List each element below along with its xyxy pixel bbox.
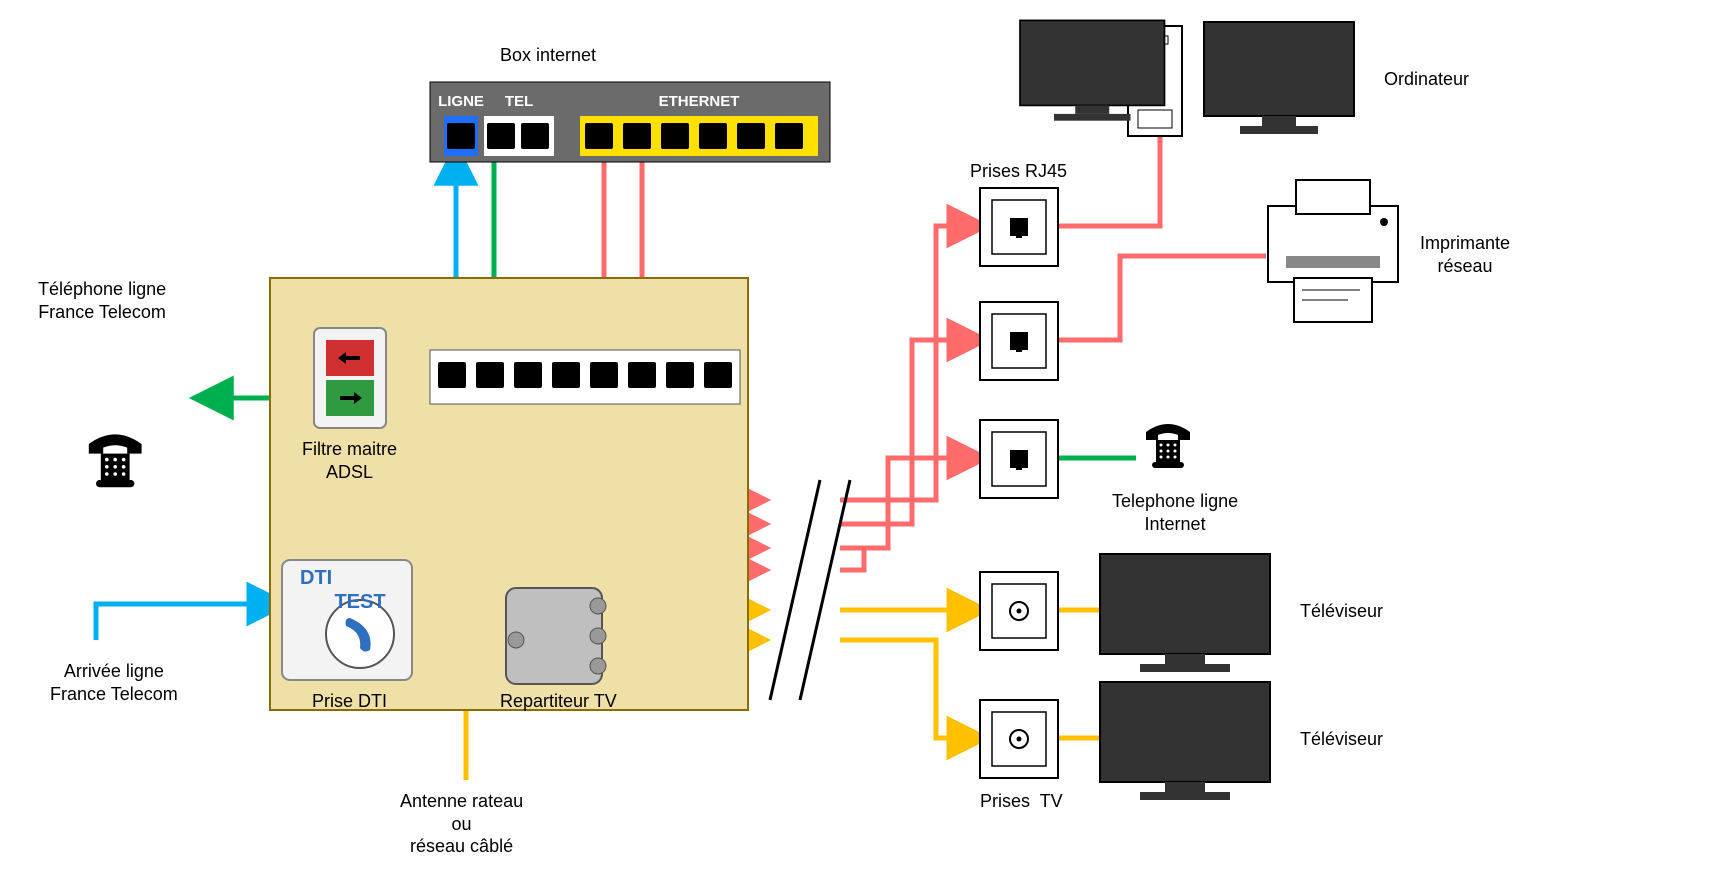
label-tel-internet: Telephone ligne Internet bbox=[1112, 490, 1238, 535]
break-mark bbox=[770, 480, 850, 700]
label-box-internet: Box internet bbox=[500, 44, 596, 67]
label-repartiteur: Repartiteur TV bbox=[500, 690, 617, 713]
label-prise-dti: Prise DTI bbox=[312, 690, 387, 713]
label-arrivee: Arrivée ligne France Telecom bbox=[50, 660, 178, 705]
label-tv1: Téléviseur bbox=[1300, 600, 1383, 623]
dti-label: DTI bbox=[300, 567, 332, 589]
label-ordinateur: Ordinateur bbox=[1384, 68, 1469, 91]
filtre-adsl bbox=[314, 328, 386, 428]
monitor-icon bbox=[1204, 22, 1354, 134]
distribution-panel: DTI TEST bbox=[270, 278, 748, 710]
dti-test: TEST bbox=[334, 591, 385, 613]
box-label-tel: TEL bbox=[505, 93, 533, 110]
label-tv2: Téléviseur bbox=[1300, 728, 1383, 751]
phone-ft-icon bbox=[89, 434, 142, 487]
label-imprimante: Imprimante réseau bbox=[1420, 232, 1510, 277]
box-label-eth: ETHERNET bbox=[659, 93, 740, 110]
tv2-icon bbox=[1100, 682, 1270, 800]
label-prises-rj45: Prises RJ45 bbox=[970, 160, 1067, 183]
label-filtre: Filtre maitre ADSL bbox=[302, 438, 397, 483]
label-antenne: Antenne rateau ou réseau câblé bbox=[400, 790, 523, 858]
phone-internet-icon bbox=[1146, 424, 1190, 468]
box-label-ligne: LIGNE bbox=[438, 93, 484, 110]
computer-icon bbox=[1020, 20, 1182, 136]
tv-plates bbox=[980, 572, 1058, 778]
tv1-icon bbox=[1100, 554, 1270, 672]
diagram: LIGNE TEL ETHERNET DTI TEST bbox=[0, 0, 1728, 872]
rj45-plates bbox=[980, 188, 1058, 498]
label-tel-ft: Téléphone ligne France Telecom bbox=[38, 278, 166, 323]
prise-dti: DTI TEST bbox=[282, 560, 412, 680]
printer-icon bbox=[1268, 180, 1398, 322]
label-prises-tv: Prises TV bbox=[980, 790, 1063, 813]
box-internet: LIGNE TEL ETHERNET bbox=[430, 82, 830, 162]
repartiteur-tv bbox=[506, 588, 606, 684]
